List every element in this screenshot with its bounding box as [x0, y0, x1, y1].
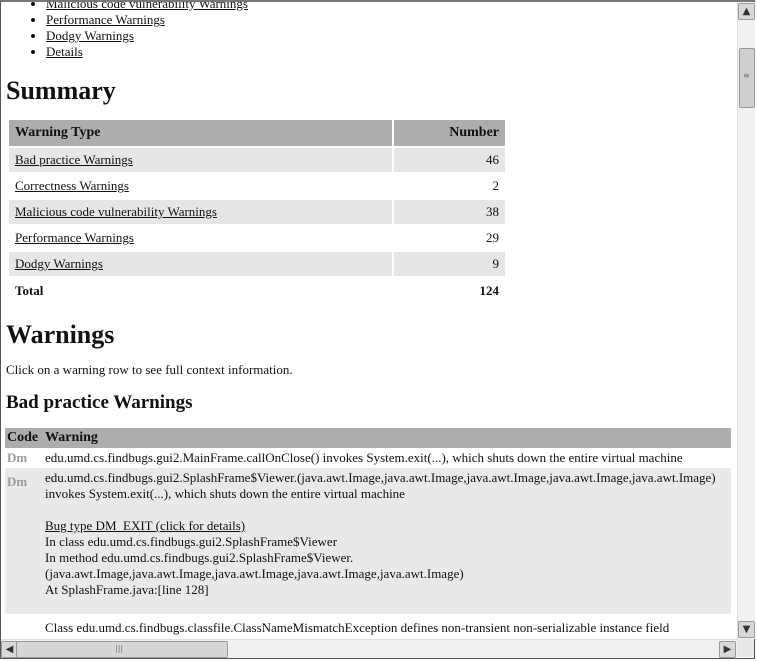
- vertical-scrollbar[interactable]: ▲ ≡ ▼: [737, 2, 755, 639]
- summary-link-dodgy[interactable]: Dodgy Warnings: [15, 256, 103, 271]
- scroll-down-button[interactable]: ▼: [738, 621, 755, 638]
- warning-cell[interactable]: edu.umd.cs.findbugs.gui2.SplashFrame$Vie…: [43, 468, 731, 614]
- summary-table: Warning Type Number Bad practice Warning…: [7, 118, 507, 306]
- toc-item: Details: [46, 44, 732, 60]
- summary-link-performance[interactable]: Performance Warnings: [15, 230, 134, 245]
- bad-practice-heading: Bad practice Warnings: [6, 392, 193, 413]
- chevron-right-icon: ▶: [723, 644, 732, 655]
- warning-text[interactable]: Class edu.umd.cs.findbugs.classfile.Clas…: [43, 614, 731, 638]
- scroll-right-button[interactable]: ▶: [719, 641, 736, 658]
- summary-heading: Summary: [6, 76, 116, 105]
- column-header-warning-type: Warning Type: [9, 120, 393, 146]
- warning-details: Bug type DM_EXIT (click for details) In …: [45, 518, 729, 612]
- chevron-left-icon: ◀: [5, 644, 14, 655]
- column-header-code: Code: [5, 428, 43, 448]
- warning-text[interactable]: edu.umd.cs.findbugs.gui2.SplashFrame$Vie…: [45, 470, 729, 502]
- toc-link-performance[interactable]: Performance Warnings: [46, 12, 165, 27]
- table-of-contents: Malicious code vulnerability Warnings Pe…: [6, 2, 732, 60]
- summary-count: 46: [394, 148, 505, 172]
- grip-icon: ≡: [743, 71, 750, 80]
- summary-count: 9: [394, 252, 505, 276]
- warnings-note: Click on a warning row to see full conte…: [6, 362, 293, 377]
- grip-icon: |||: [115, 644, 124, 653]
- chevron-down-icon: ▼: [742, 624, 751, 635]
- horizontal-scroll-thumb[interactable]: |||: [16, 641, 228, 658]
- detail-at-line: At SplashFrame.java:[line 128]: [45, 582, 209, 597]
- warnings-heading: Warnings: [6, 320, 115, 349]
- summary-total-row: Total 124: [9, 278, 505, 304]
- chevron-up-icon: ▲: [742, 6, 751, 17]
- toc-link-details[interactable]: Details: [46, 44, 83, 59]
- warning-code: [5, 614, 43, 638]
- warning-row[interactable]: Class edu.umd.cs.findbugs.classfile.Clas…: [5, 614, 731, 638]
- column-header-number: Number: [394, 120, 505, 146]
- summary-link-malicious[interactable]: Malicious code vulnerability Warnings: [15, 204, 217, 219]
- summary-count: 38: [394, 200, 505, 224]
- summary-link-bad-practice[interactable]: Bad practice Warnings: [15, 152, 133, 167]
- summary-row: Correctness Warnings 2: [9, 174, 505, 198]
- summary-header-row: Warning Type Number: [9, 120, 505, 146]
- detail-in-method: In method edu.umd.cs.findbugs.gui2.Splas…: [45, 550, 464, 581]
- scrollbar-corner: [737, 639, 754, 657]
- summary-count: 29: [486, 230, 499, 245]
- toc-link-dodgy[interactable]: Dodgy Warnings: [46, 28, 134, 43]
- detail-in-class: In class edu.umd.cs.findbugs.gui2.Splash…: [45, 534, 338, 549]
- toc-item: Dodgy Warnings: [46, 28, 732, 44]
- total-label: Total: [15, 283, 44, 298]
- summary-row: Dodgy Warnings 9: [9, 252, 505, 276]
- vertical-scroll-thumb[interactable]: ≡: [739, 48, 755, 108]
- warning-code: Dm: [5, 468, 43, 614]
- page-viewport: Malicious code vulnerability Warnings Pe…: [1, 2, 736, 639]
- toc-item: Performance Warnings: [46, 12, 732, 28]
- page-content: Malicious code vulnerability Warnings Pe…: [5, 2, 732, 638]
- warning-text[interactable]: edu.umd.cs.findbugs.gui2.MainFrame.callO…: [43, 448, 731, 468]
- warnings-table: Code Warning Dm edu.umd.cs.findbugs.gui2…: [5, 428, 731, 638]
- summary-link-correctness[interactable]: Correctness Warnings: [15, 178, 129, 193]
- summary-row: Malicious code vulnerability Warnings 38: [9, 200, 505, 224]
- scroll-up-button[interactable]: ▲: [738, 3, 755, 20]
- toc-item: Malicious code vulnerability Warnings: [46, 2, 732, 12]
- warning-row[interactable]: Dm edu.umd.cs.findbugs.gui2.MainFrame.ca…: [5, 448, 731, 468]
- summary-row: Performance Warnings 29: [9, 226, 505, 250]
- bug-type-link[interactable]: Bug type DM_EXIT (click for details): [45, 518, 245, 533]
- summary-count: 2: [492, 178, 500, 193]
- summary-row: Bad practice Warnings 46: [9, 148, 505, 172]
- warnings-header-row: Code Warning: [5, 428, 731, 448]
- warning-code: Dm: [7, 450, 28, 465]
- warning-row[interactable]: Dm edu.umd.cs.findbugs.gui2.SplashFrame$…: [5, 468, 731, 614]
- total-count: 124: [479, 283, 500, 298]
- horizontal-scrollbar[interactable]: ◀ ||| ▶: [1, 639, 737, 658]
- toc-link-malicious[interactable]: Malicious code vulnerability Warnings: [46, 2, 248, 11]
- column-header-warning: Warning: [43, 428, 731, 448]
